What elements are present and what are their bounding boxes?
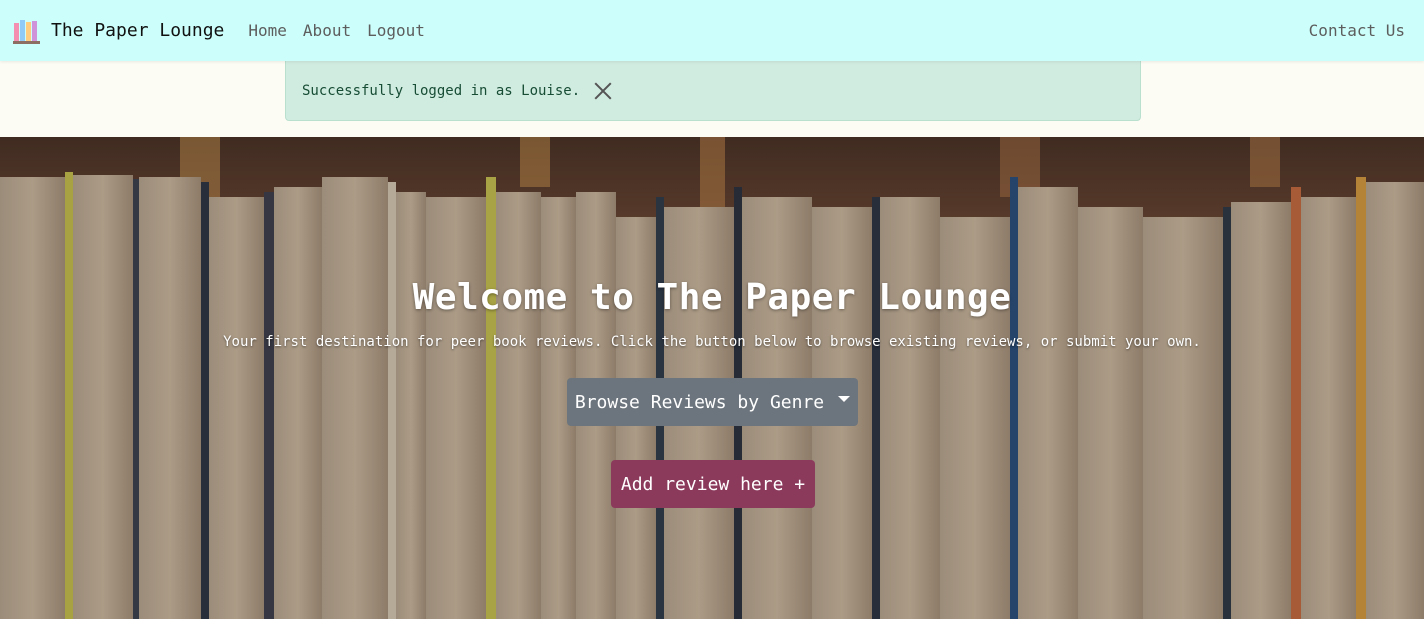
caret-down-icon [838, 396, 851, 402]
brand-title: The Paper Lounge [51, 20, 225, 41]
add-review-label: Add review here + [620, 473, 806, 495]
hero-content: Welcome to The Paper Lounge Your first d… [0, 137, 1424, 619]
hero-title: Welcome to The Paper Lounge [412, 277, 1012, 318]
browse-genre-dropdown-button[interactable]: Browse Reviews by Genre [567, 378, 858, 426]
nav-home-link[interactable]: Home [248, 21, 287, 40]
hero-subtitle: Your first destination for peer book rev… [223, 334, 1201, 350]
books-icon [13, 19, 40, 44]
nav-logout-link[interactable]: Logout [367, 21, 425, 40]
hero-section: Welcome to The Paper Lounge Your first d… [0, 137, 1424, 619]
alert-message: Successfully logged in as Louise. [302, 82, 581, 99]
browse-button-label: Browse Reviews by Genre [574, 391, 825, 413]
login-success-alert: Successfully logged in as Louise. [285, 61, 1141, 121]
add-review-button[interactable]: Add review here + [611, 460, 815, 508]
nav-contact-link[interactable]: Contact Us [1309, 21, 1405, 40]
brand-link[interactable]: The Paper Lounge [12, 17, 224, 45]
nav-links: Home About Logout [248, 21, 441, 40]
navbar: The Paper Lounge Home About Logout Conta… [0, 0, 1424, 61]
close-icon[interactable] [592, 80, 614, 102]
nav-about-link[interactable]: About [303, 21, 351, 40]
